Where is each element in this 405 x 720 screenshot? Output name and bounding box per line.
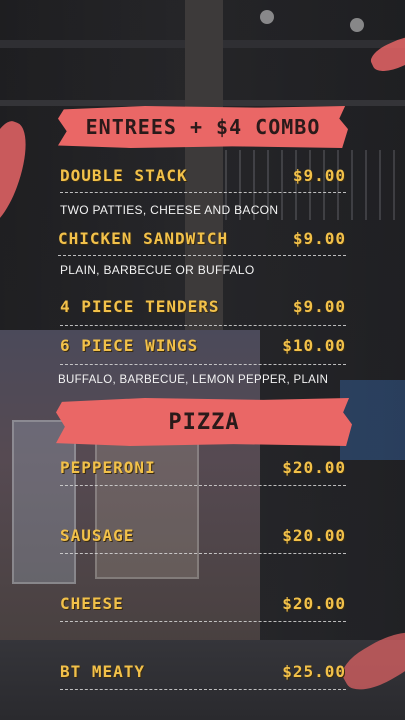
menu-item: PEPPERONI $20.00 xyxy=(60,458,346,492)
dashed-divider xyxy=(60,621,346,622)
item-description: PLAIN, BARBECUE OR BUFFALO xyxy=(60,263,255,277)
item-price: $20.00 xyxy=(282,594,346,613)
dashed-divider xyxy=(60,325,346,326)
item-price: $10.00 xyxy=(282,336,346,355)
menu-item: 6 PIECE WINGS $10.00 xyxy=(60,336,346,370)
item-name: CHEESE xyxy=(60,594,124,613)
dashed-divider xyxy=(60,192,346,193)
item-price: $9.00 xyxy=(292,297,346,316)
item-name: DOUBLE STACK xyxy=(60,166,188,185)
pillar xyxy=(185,0,223,330)
menu-item: BT MEATY $25.00 xyxy=(60,662,346,696)
menu-item: CHEESE $20.00 xyxy=(60,594,346,628)
item-price: $20.00 xyxy=(282,458,346,477)
item-name: 4 PIECE TENDERS xyxy=(60,297,220,316)
item-name: SAUSAGE xyxy=(60,526,135,545)
item-name: PEPPERONI xyxy=(60,458,156,477)
dashed-divider xyxy=(58,255,346,256)
item-name: 6 PIECE WINGS xyxy=(60,336,199,355)
dashed-divider xyxy=(60,485,346,486)
dashed-divider xyxy=(60,553,346,554)
menu-item: SAUSAGE $20.00 xyxy=(60,526,346,560)
section-title: PIZZA xyxy=(168,409,240,435)
menu-board: ENTREES + $4 COMBO DOUBLE STACK $9.00 TW… xyxy=(0,0,405,720)
section-title: ENTREES + $4 COMBO xyxy=(85,115,321,139)
item-name: CHICKEN SANDWICH xyxy=(58,229,229,248)
item-description: TWO PATTIES, CHEESE AND BACON xyxy=(60,203,279,217)
menu-item: CHICKEN SANDWICH $9.00 xyxy=(58,229,346,263)
dashed-divider xyxy=(60,364,346,365)
blue-sign xyxy=(340,380,405,460)
item-price: $9.00 xyxy=(292,166,346,185)
section-banner-pizza: PIZZA xyxy=(56,398,352,446)
ceiling-light xyxy=(260,10,274,24)
menu-item: DOUBLE STACK $9.00 xyxy=(60,166,346,200)
item-name: BT MEATY xyxy=(60,662,146,681)
item-price: $25.00 xyxy=(282,662,346,681)
section-banner-combo: ENTREES + $4 COMBO xyxy=(58,106,348,148)
item-price: $20.00 xyxy=(282,526,346,545)
item-description: BUFFALO, BARBECUE, LEMON PEPPER, PLAIN xyxy=(58,374,329,386)
menu-item: 4 PIECE TENDERS $9.00 xyxy=(60,297,346,331)
ceiling-light xyxy=(350,18,364,32)
dashed-divider xyxy=(60,689,346,690)
item-price: $9.00 xyxy=(292,229,346,248)
